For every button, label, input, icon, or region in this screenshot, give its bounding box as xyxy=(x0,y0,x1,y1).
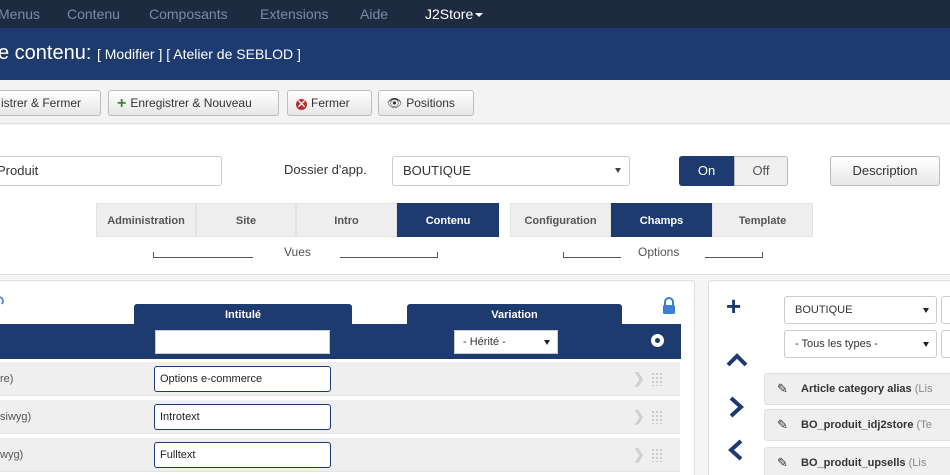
eye-icon: 👁 xyxy=(387,96,403,110)
filter-bar xyxy=(0,324,681,359)
list-item[interactable]: ✎ Article category alias (Lis xyxy=(764,373,950,405)
seblod-content-type-editor: Menus Contenu Composants Extensions Aide… xyxy=(0,0,950,475)
chevron-down-icon xyxy=(923,308,929,313)
field-name: BO_produit_upsells xyxy=(801,457,906,469)
positions-button[interactable]: 👁 Positions xyxy=(378,90,474,116)
menu-item-contenu[interactable]: Contenu xyxy=(67,6,120,22)
type-filter-select[interactable]: - Tous les types - xyxy=(784,330,937,358)
variation-filter-value: - Hérité - xyxy=(463,336,506,348)
views-bracket-left xyxy=(153,252,253,258)
tab-configuration[interactable]: Configuration xyxy=(510,203,611,237)
field-name: Article category alias xyxy=(801,383,912,395)
variation-filter-select[interactable]: - Hérité - xyxy=(454,330,558,354)
drag-handle-icon[interactable] xyxy=(651,448,663,462)
table-row[interactable]: wyg) Fulltext ❯ xyxy=(0,438,680,472)
menu-item-extensions[interactable]: Extensions xyxy=(260,6,328,22)
close-button[interactable]: ✕ Fermer xyxy=(287,90,372,116)
drag-handle-icon[interactable] xyxy=(651,410,663,424)
field-label-input[interactable]: Fulltext xyxy=(154,442,331,468)
menu-item-j2store-label: J2Store xyxy=(425,6,474,22)
folder-select-value: BOUTIQUE xyxy=(403,163,471,178)
extra-filter-select[interactable] xyxy=(941,296,950,324)
menu-item-menus[interactable]: Menus xyxy=(0,6,40,22)
intitule-filter-input[interactable] xyxy=(155,330,330,354)
tab-contenu[interactable]: Contenu xyxy=(397,203,499,237)
add-field-icon[interactable]: + xyxy=(726,292,741,320)
menu-item-composants[interactable]: Composants xyxy=(149,6,228,22)
field-label-input[interactable]: Options e-commerce xyxy=(154,366,331,392)
field-label-input[interactable]: Introtext xyxy=(154,404,331,430)
field-name: BO_produit_idj2store xyxy=(801,419,914,431)
close-circle-icon: ✕ xyxy=(296,97,307,111)
tab-template[interactable]: Template xyxy=(712,203,813,237)
toolbar: istrer & Fermer + Enregistrer & Nouveau ✕… xyxy=(0,80,950,124)
options-bracket-left xyxy=(563,252,621,258)
save-new-label: Enregistrer & Nouveau xyxy=(130,96,252,110)
field-type: (Te xyxy=(916,419,932,431)
views-group-label: Vues xyxy=(284,245,311,259)
field-type: (Lis xyxy=(908,457,927,469)
field-type: (Lis xyxy=(914,383,933,395)
menu-item-aide[interactable]: Aide xyxy=(360,6,388,22)
page-title-text: e contenu: xyxy=(0,42,92,64)
chevron-left-icon[interactable] xyxy=(726,439,748,461)
tab-administration[interactable]: Administration xyxy=(96,203,196,237)
pencil-icon[interactable]: ✎ xyxy=(777,410,788,440)
page-title: e contenu: [ Modifier ] [ Atelier de SEB… xyxy=(0,42,301,65)
chevron-right-icon[interactable]: ❯ xyxy=(633,408,645,425)
positions-label: Positions xyxy=(406,96,455,110)
chevron-right-icon[interactable]: ❯ xyxy=(633,370,645,387)
chevron-right-icon[interactable] xyxy=(726,396,748,418)
drag-handle-icon[interactable] xyxy=(651,372,663,386)
chevron-up-icon[interactable] xyxy=(726,352,748,368)
pencil-icon[interactable]: ✎ xyxy=(777,374,788,404)
lock-icon[interactable] xyxy=(662,297,676,315)
name-input[interactable]: Produit xyxy=(0,156,222,186)
chevron-down-icon xyxy=(615,168,621,173)
table-row[interactable]: siwyg) Introtext ❯ xyxy=(0,400,680,434)
chevron-right-icon[interactable]: ❯ xyxy=(633,446,645,463)
plus-icon: + xyxy=(117,95,127,112)
admin-top-menu: Menus Contenu Composants Extensions Aide… xyxy=(0,0,950,28)
pencil-icon[interactable]: ✎ xyxy=(777,448,788,475)
options-bracket-right xyxy=(705,252,763,258)
list-item[interactable]: ✎ BO_produit_idj2store (Te xyxy=(764,409,950,441)
save-new-button[interactable]: + Enregistrer & Nouveau xyxy=(108,90,279,116)
folder-filter-value: BOUTIQUE xyxy=(795,304,853,316)
list-item[interactable]: ✎ BO_produit_upsells (Lis xyxy=(764,447,950,475)
views-bracket-right xyxy=(340,252,438,258)
folder-label: Dossier d'app. xyxy=(284,162,367,177)
table-row[interactable]: re) Options e-commerce ❯ xyxy=(0,362,680,396)
tab-champs[interactable]: Champs xyxy=(611,203,712,237)
close-label: Fermer xyxy=(311,96,350,110)
field-type-label: siwyg) xyxy=(0,411,32,423)
field-type-label: re) xyxy=(0,373,14,385)
folder-filter-select[interactable]: BOUTIQUE xyxy=(784,296,937,324)
options-group-label: Options xyxy=(638,245,680,259)
description-button[interactable]: Description xyxy=(830,156,940,186)
caret-down-icon xyxy=(475,13,484,18)
chevron-down-icon xyxy=(923,342,929,347)
column-header-variation: Variation xyxy=(407,304,622,324)
toggle-on-button[interactable]: On xyxy=(679,156,734,186)
chevron-down-icon xyxy=(544,340,550,345)
menu-item-j2store[interactable]: J2Store xyxy=(425,6,484,22)
tab-site[interactable]: Site xyxy=(196,203,296,237)
save-close-label: istrer & Fermer xyxy=(1,96,82,110)
save-close-button[interactable]: istrer & Fermer xyxy=(0,90,101,116)
column-header-intitule: Intitulé xyxy=(134,304,352,324)
extra-filter-select[interactable] xyxy=(941,330,950,358)
type-filter-value: - Tous les types - xyxy=(795,338,878,350)
settings-icon[interactable] xyxy=(651,334,664,347)
tab-intro[interactable]: Intro xyxy=(296,203,397,237)
folder-select[interactable]: BOUTIQUE xyxy=(392,156,630,186)
content-type-form: Produit Dossier d'app. BOUTIQUE On Off D… xyxy=(0,125,950,275)
field-type-label: wyg) xyxy=(0,449,24,461)
toggle-off-button[interactable]: Off xyxy=(734,156,788,186)
page-title-bar: e contenu: [ Modifier ] [ Atelier de SEB… xyxy=(0,28,950,80)
page-subtitle: [ Modifier ] [ Atelier de SEBLOD ] xyxy=(96,46,301,62)
